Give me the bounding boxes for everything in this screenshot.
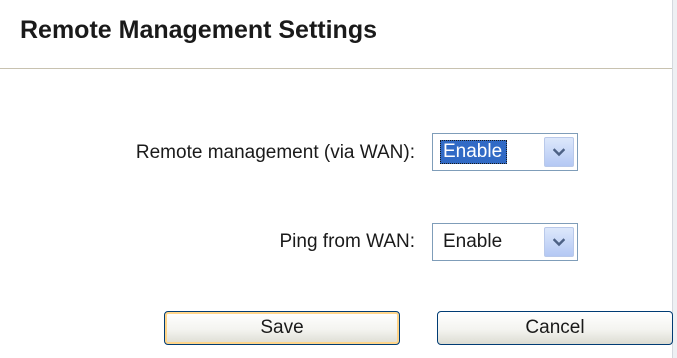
- window-right-edge: [672, 0, 677, 358]
- ping-from-wan-select-value: Enable: [443, 231, 503, 252]
- remote-management-select[interactable]: Enable: [432, 133, 578, 171]
- ping-from-wan-dropdown-button[interactable]: [544, 227, 574, 257]
- title-divider: [0, 68, 672, 69]
- chevron-down-icon: [553, 237, 565, 246]
- chevron-down-icon: [553, 147, 565, 156]
- remote-management-dropdown-button[interactable]: [544, 137, 574, 167]
- remote-management-select-value: Enable: [440, 140, 508, 164]
- ping-from-wan-label: Ping from WAN:: [279, 231, 416, 252]
- remote-management-label: Remote management (via WAN):: [135, 142, 415, 163]
- page-title: Remote Management Settings: [20, 16, 378, 44]
- cancel-button[interactable]: Cancel: [437, 311, 673, 345]
- ping-from-wan-select[interactable]: Enable: [432, 223, 578, 261]
- save-button[interactable]: Save: [164, 311, 400, 345]
